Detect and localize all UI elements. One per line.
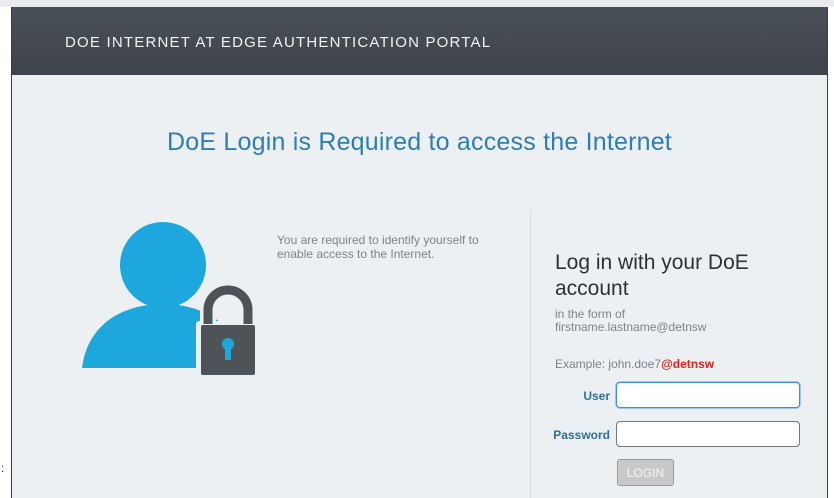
info-text: You are required to identify yourself to…	[277, 233, 479, 261]
user-head	[120, 222, 206, 308]
login-button[interactable]: LOGIN	[617, 459, 674, 486]
lock-icon	[196, 282, 260, 379]
portal-frame: DOE INTERNET AT EDGE AUTHENTICATION PORT…	[11, 7, 828, 498]
password-input[interactable]	[616, 421, 800, 447]
browser-top-strip	[0, 0, 834, 7]
login-hint: in the form of firstname.lastname@detnsw	[555, 308, 795, 334]
password-label: Password	[553, 428, 610, 442]
edge-glyph: :	[1, 461, 5, 475]
login-hint-line2: firstname.lastname@detnsw	[555, 320, 707, 334]
page-heading: DoE Login is Required to access the Inte…	[167, 128, 672, 156]
user-input[interactable]	[616, 382, 800, 408]
example-domain: @detnsw	[661, 357, 715, 371]
login-example: Example: john.doe7@detnsw	[555, 357, 714, 371]
login-heading: Log in with your DoE account	[555, 251, 749, 300]
portal-header: DOE INTERNET AT EDGE AUTHENTICATION PORT…	[12, 7, 827, 75]
portal-title: DOE INTERNET AT EDGE AUTHENTICATION PORT…	[65, 34, 492, 51]
user-icon	[82, 222, 260, 379]
user-label: User	[583, 389, 610, 403]
column-divider	[530, 209, 531, 498]
example-prefix: Example: john.doe7	[555, 357, 662, 371]
